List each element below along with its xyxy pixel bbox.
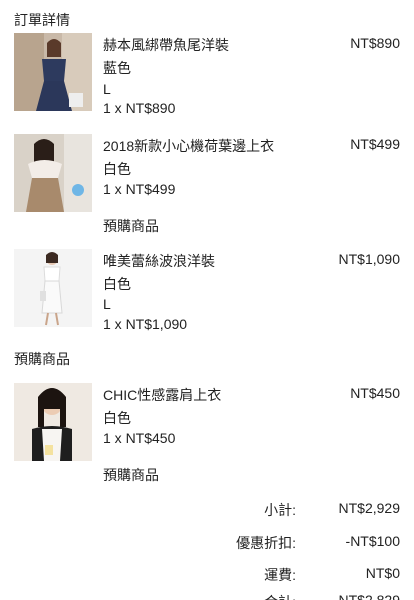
product-quantity: 1 x NT$499 xyxy=(103,181,176,197)
discount-value: -NT$100 xyxy=(345,533,400,549)
total-row: 合計: NT$2,829 xyxy=(200,592,400,600)
shipping-label: 運費: xyxy=(264,567,296,583)
order-item[interactable]: CHIC性感露肩上衣 NT$450 白色 1 x NT$450 預購商品 xyxy=(14,383,400,483)
subtotal-value: NT$2,929 xyxy=(338,500,400,516)
total-value: NT$2,829 xyxy=(338,592,400,600)
product-name: 赫本風綁帶魚尾洋裝 xyxy=(103,37,229,53)
preorder-note: 預購商品 xyxy=(103,467,159,483)
subtotal-row: 小計: NT$2,929 xyxy=(200,500,400,520)
product-price: NT$450 xyxy=(350,385,400,401)
preorder-section-heading: 預購商品 xyxy=(14,351,70,367)
product-image[interactable] xyxy=(14,33,92,111)
order-item[interactable]: 2018新款小心機荷葉邊上衣 NT$499 白色 1 x NT$499 預購商品 xyxy=(14,134,400,234)
product-name: 2018新款小心機荷葉邊上衣 xyxy=(103,138,275,154)
product-quantity: 1 x NT$450 xyxy=(103,430,176,446)
discount-label: 優惠折扣: xyxy=(236,535,296,551)
order-item[interactable]: 赫本風綁帶魚尾洋裝 NT$890 藍色 L 1 x NT$890 xyxy=(14,33,400,123)
product-price: NT$1,090 xyxy=(338,251,400,267)
product-color: 白色 xyxy=(103,276,131,292)
product-quantity: 1 x NT$890 xyxy=(103,100,176,116)
product-image[interactable] xyxy=(14,134,92,212)
total-label: 合計: xyxy=(264,592,296,600)
shipping-row: 運費: NT$0 xyxy=(200,565,400,585)
shipping-value: NT$0 xyxy=(365,565,400,581)
subtotal-label: 小計: xyxy=(264,502,296,518)
product-name: 唯美蕾絲波浪洋裝 xyxy=(103,253,215,269)
product-quantity: 1 x NT$1,090 xyxy=(103,316,188,332)
product-price: NT$890 xyxy=(350,35,400,51)
order-item[interactable]: 唯美蕾絲波浪洋裝 NT$1,090 白色 L 1 x NT$1,090 xyxy=(14,249,400,339)
product-price: NT$499 xyxy=(350,136,400,152)
product-size: L xyxy=(103,81,111,97)
discount-row: 優惠折扣: -NT$100 xyxy=(200,533,400,553)
product-name: CHIC性感露肩上衣 xyxy=(103,387,222,403)
preorder-note: 預購商品 xyxy=(103,218,159,234)
product-image[interactable] xyxy=(14,249,92,327)
product-color: 藍色 xyxy=(103,60,131,76)
product-color: 白色 xyxy=(103,410,131,426)
order-details-title: 訂單詳情 xyxy=(14,12,70,28)
product-image[interactable] xyxy=(14,383,92,461)
product-color: 白色 xyxy=(103,161,131,177)
product-size: L xyxy=(103,296,111,312)
